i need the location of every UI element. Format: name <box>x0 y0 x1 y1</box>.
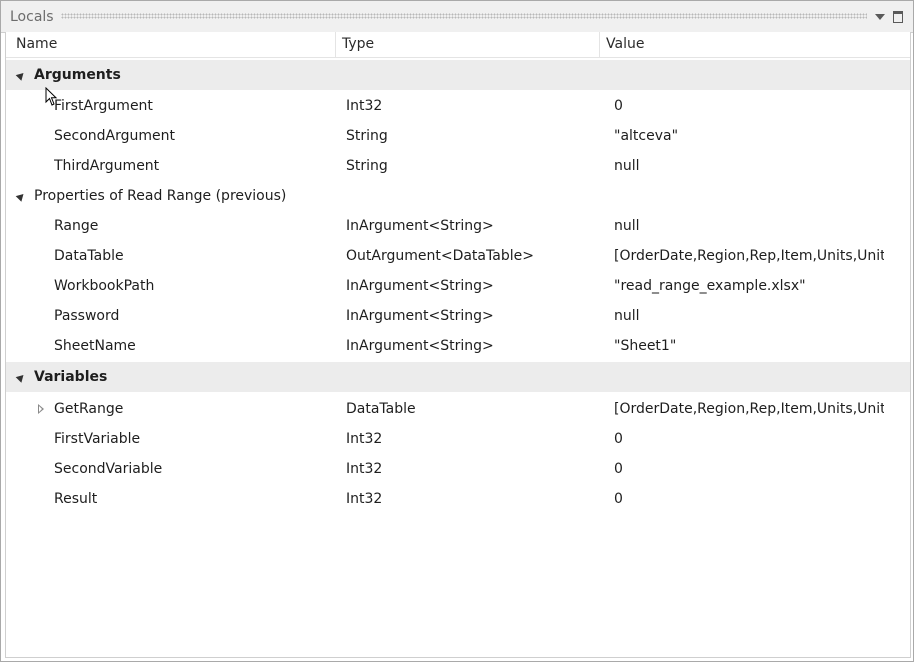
table-row[interactable]: SecondVariable Int32 0 <box>6 454 910 484</box>
row-name: Password <box>54 308 120 324</box>
row-name: DataTable <box>54 248 124 264</box>
row-name: SecondVariable <box>54 461 163 477</box>
locals-panel: Locals Name Type Value Arguments FirstAr… <box>0 0 914 662</box>
row-name: Range <box>54 218 99 234</box>
table-row[interactable]: Result Int32 0 <box>6 484 910 514</box>
table-row[interactable]: DataTable OutArgument<DataTable> [OrderD… <box>6 241 910 271</box>
row-name: SheetName <box>54 338 136 354</box>
row-name: FirstVariable <box>54 431 141 447</box>
row-type: InArgument<String> <box>346 338 494 354</box>
row-value: [OrderDate,Region,Rep,Item,Units,Unit Co <box>614 248 884 264</box>
row-value: 0 <box>614 98 623 114</box>
row-value: null <box>614 308 640 324</box>
expand-triangle-icon[interactable] <box>15 191 27 202</box>
row-type: Int32 <box>346 431 383 447</box>
row-type: Int32 <box>346 98 383 114</box>
row-value: 0 <box>614 461 623 477</box>
row-name: FirstArgument <box>54 98 153 114</box>
group-label: Variables <box>34 369 108 385</box>
table-row[interactable]: FirstArgument Int32 0 <box>6 91 910 121</box>
row-name: SecondArgument <box>54 128 175 144</box>
column-header-row: Name Type Value <box>6 32 910 58</box>
expand-triangle-icon[interactable] <box>15 70 27 81</box>
row-value: 0 <box>614 491 623 507</box>
row-type: DataTable <box>346 401 416 417</box>
row-type: InArgument<String> <box>346 278 494 294</box>
column-header-name[interactable]: Name <box>10 32 336 57</box>
row-value: null <box>614 218 640 234</box>
locals-grid: Name Type Value Arguments FirstArgument … <box>5 32 911 658</box>
row-value: "read_range_example.xlsx" <box>614 278 806 294</box>
row-name: ThirdArgument <box>54 158 160 174</box>
collapsed-triangle-icon[interactable] <box>38 404 44 414</box>
group-label: Arguments <box>34 67 121 83</box>
row-name: GetRange <box>54 401 124 417</box>
row-value: null <box>614 158 640 174</box>
expand-triangle-icon[interactable] <box>15 372 27 383</box>
panel-titlebar[interactable]: Locals <box>1 1 913 33</box>
column-header-value[interactable]: Value <box>600 32 910 57</box>
group-row-arguments[interactable]: Arguments <box>6 60 910 90</box>
table-row[interactable]: Range InArgument<String> null <box>6 211 910 241</box>
row-value: "altceva" <box>614 128 679 144</box>
row-type: InArgument<String> <box>346 218 494 234</box>
row-name: WorkbookPath <box>54 278 155 294</box>
row-type: InArgument<String> <box>346 308 494 324</box>
maximize-icon[interactable] <box>893 11 903 23</box>
row-type: Int32 <box>346 491 383 507</box>
row-value: 0 <box>614 431 623 447</box>
drag-grip[interactable] <box>61 13 867 19</box>
row-value: [OrderDate,Region,Rep,Item,Units,Unit Co <box>614 401 884 417</box>
panel-title: Locals <box>10 9 54 25</box>
table-row[interactable]: GetRange DataTable [OrderDate,Region,Rep… <box>6 394 910 424</box>
row-type: String <box>346 158 388 174</box>
table-row[interactable]: Password InArgument<String> null <box>6 301 910 331</box>
row-type: Int32 <box>346 461 383 477</box>
row-value: "Sheet1" <box>614 338 677 354</box>
dropdown-arrow-icon[interactable] <box>875 14 885 20</box>
table-row[interactable]: ThirdArgument String null <box>6 151 910 181</box>
table-row[interactable]: WorkbookPath InArgument<String> "read_ra… <box>6 271 910 301</box>
column-header-type[interactable]: Type <box>336 32 600 57</box>
group-row-properties[interactable]: Properties of Read Range (previous) <box>6 181 910 211</box>
table-row[interactable]: SecondArgument String "altceva" <box>6 121 910 151</box>
row-type: OutArgument<DataTable> <box>346 248 534 264</box>
table-row[interactable]: FirstVariable Int32 0 <box>6 424 910 454</box>
group-label: Properties of Read Range (previous) <box>34 188 287 204</box>
group-row-variables[interactable]: Variables <box>6 362 910 392</box>
row-type: String <box>346 128 388 144</box>
row-name: Result <box>54 491 98 507</box>
mouse-pointer-icon <box>45 87 58 106</box>
table-row[interactable]: SheetName InArgument<String> "Sheet1" <box>6 331 910 361</box>
